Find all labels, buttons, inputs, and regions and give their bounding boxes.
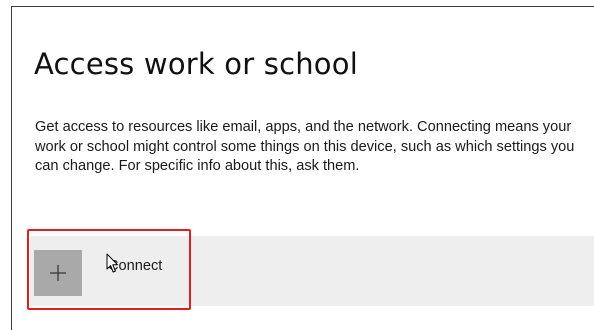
connect-button[interactable] bbox=[34, 250, 82, 296]
connect-label[interactable]: Connect bbox=[108, 257, 162, 275]
page-description: Get access to resources like email, apps… bbox=[35, 119, 575, 174]
page-title: Access work or school bbox=[34, 47, 358, 81]
plus-icon bbox=[50, 265, 66, 281]
